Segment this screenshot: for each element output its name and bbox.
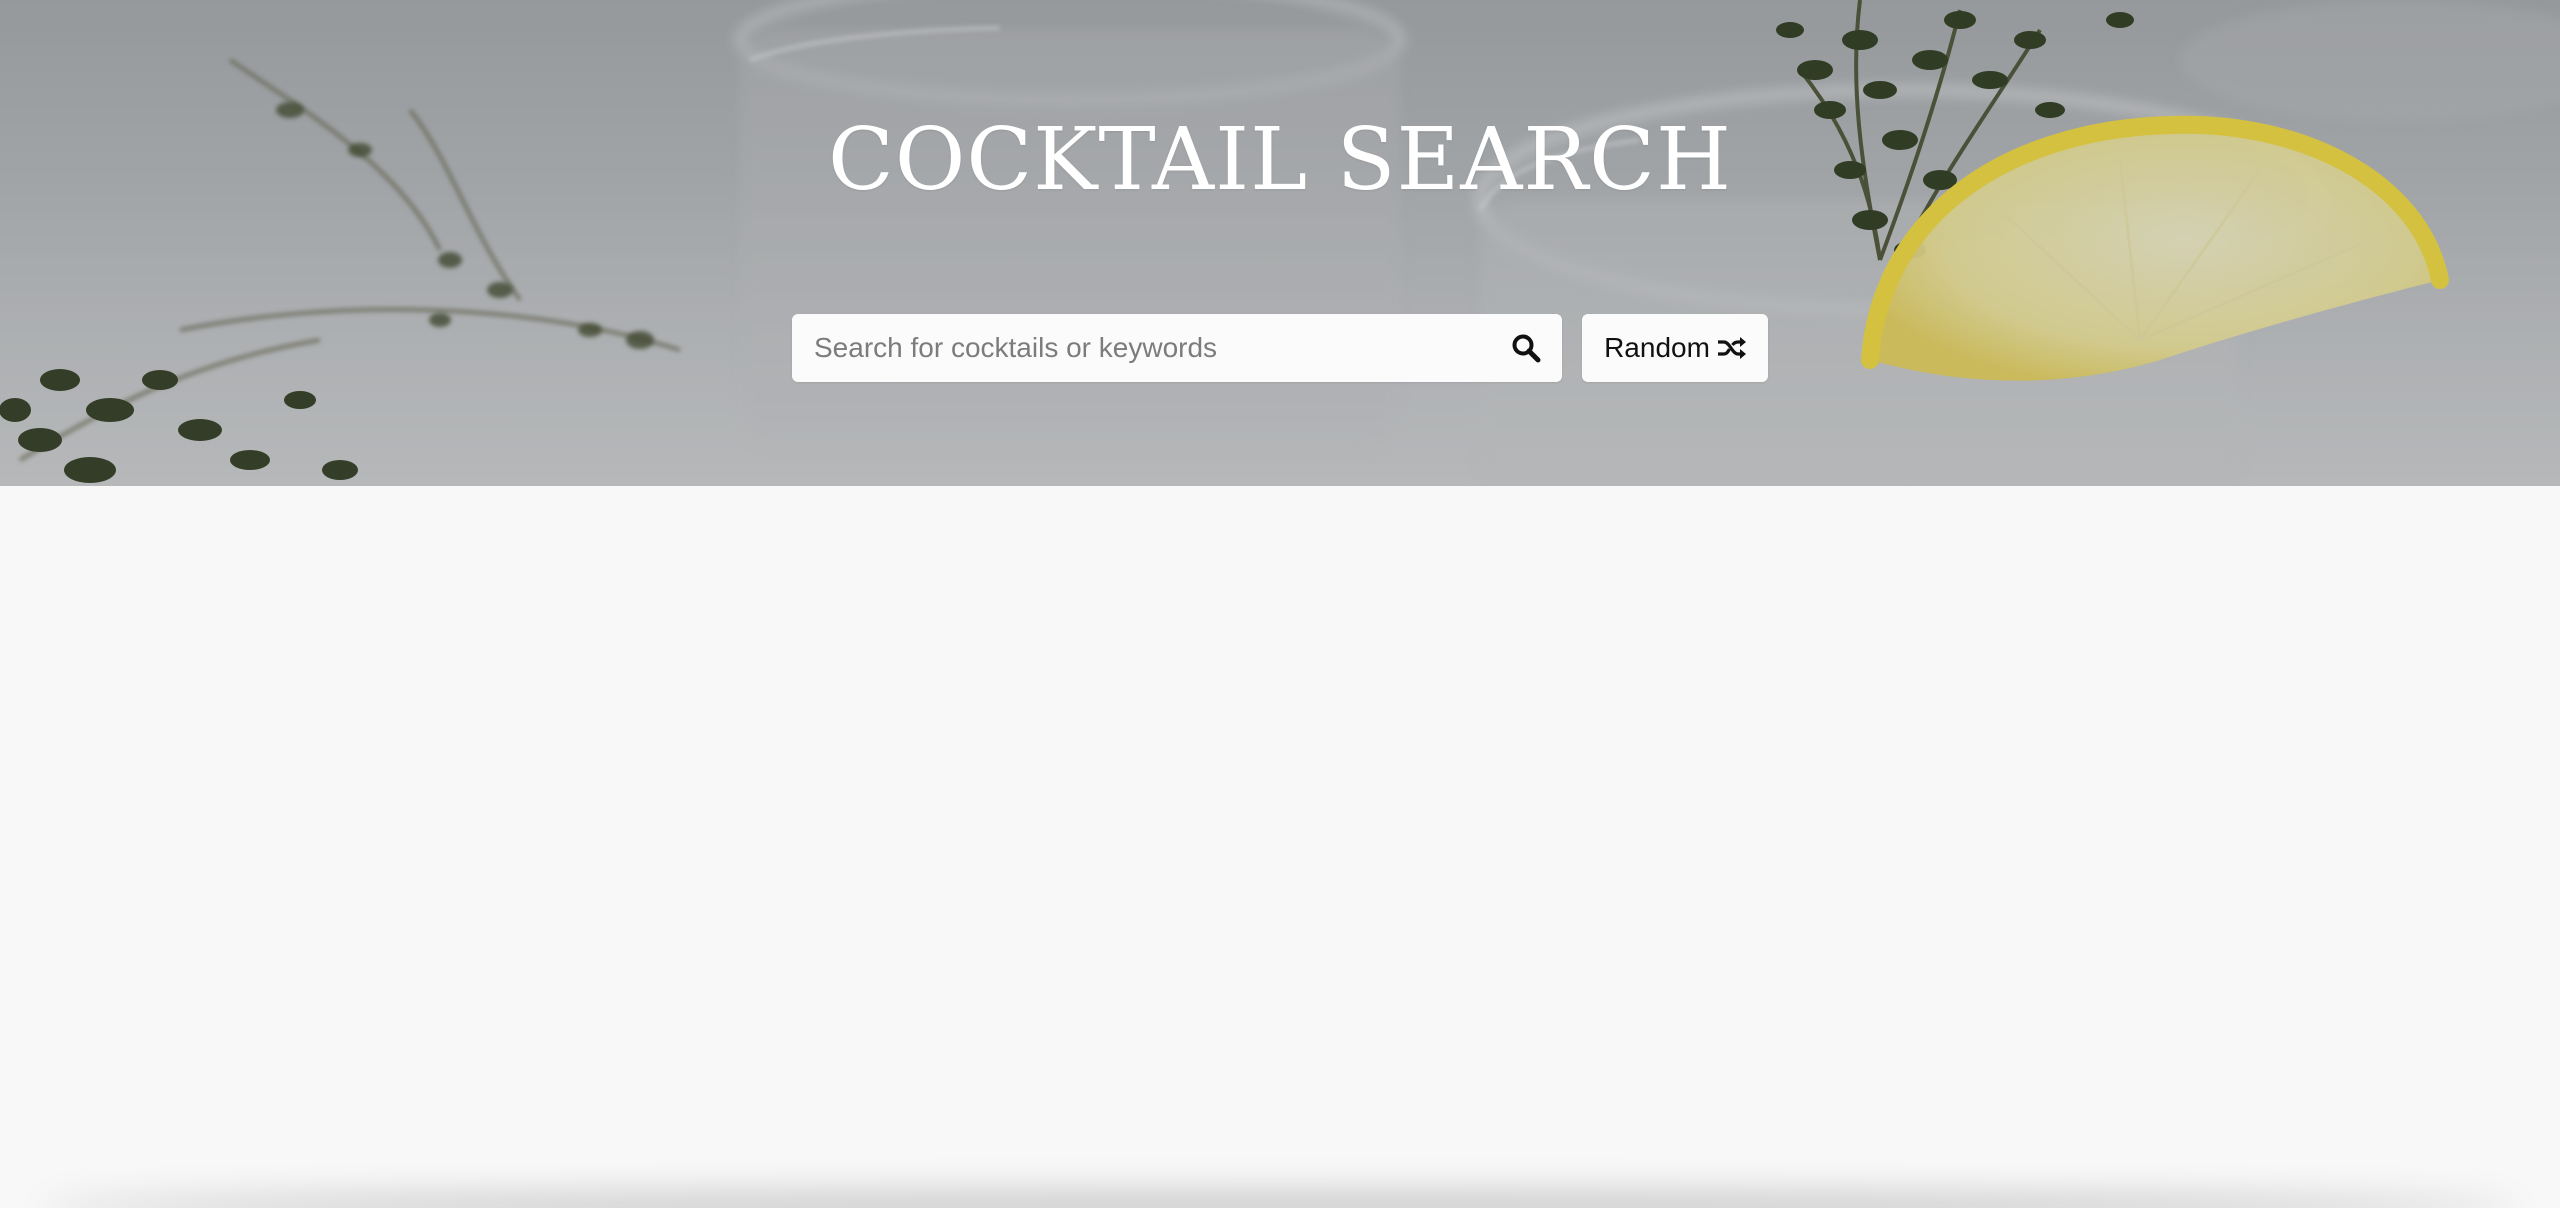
hero-overlay [0,0,2560,486]
page-title: COCKTAIL SEARCH [828,110,1732,210]
hero-banner: COCKTAIL SEARCH Random [0,0,2560,486]
random-button-label: Random [1604,332,1710,363]
shuffle-icon [1717,337,1746,359]
results-area [0,486,2560,1208]
random-button[interactable]: Random [1582,314,1768,382]
search-box [792,314,1562,382]
search-button[interactable] [1504,326,1548,370]
cocktail-search-page: COCKTAIL SEARCH Random [0,0,2560,1208]
search-input[interactable] [792,314,1464,382]
search-icon [1512,334,1541,363]
